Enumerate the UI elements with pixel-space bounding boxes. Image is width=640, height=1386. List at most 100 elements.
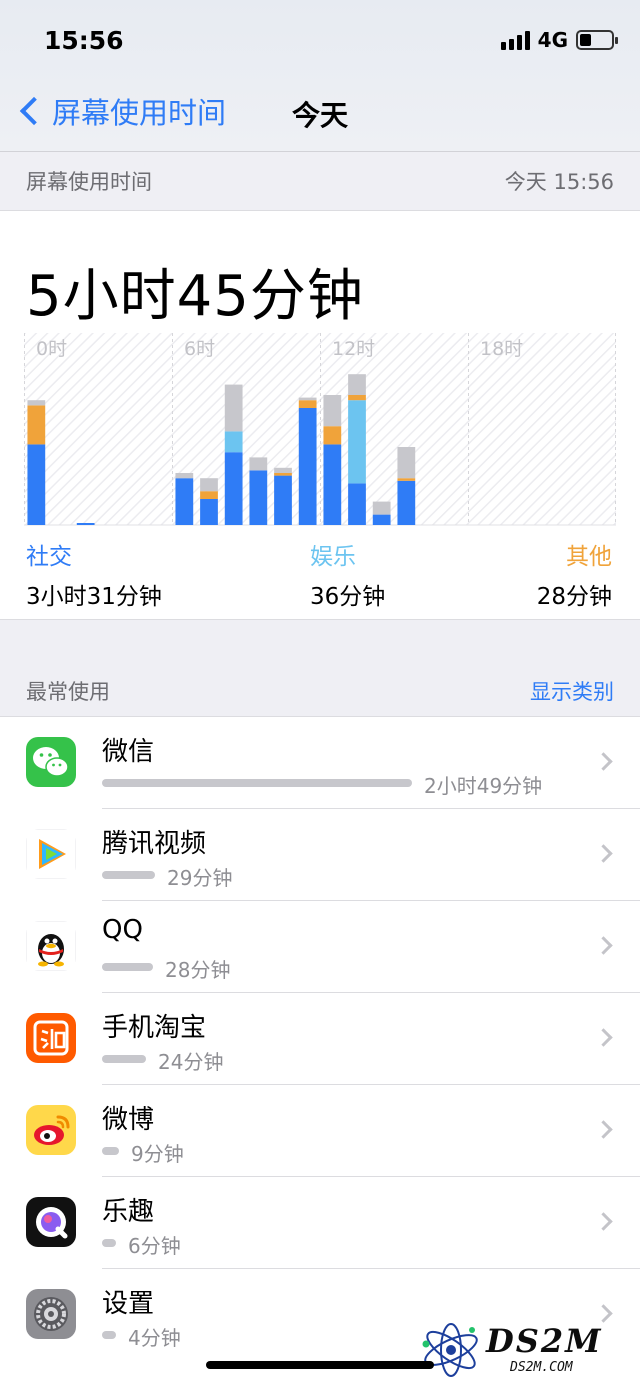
chart-bar-segment bbox=[274, 473, 292, 476]
chart-bar-segment bbox=[397, 480, 416, 525]
usage-bar bbox=[102, 963, 153, 971]
category-social-label: 社交 bbox=[26, 544, 72, 570]
category-entertainment-label: 娱乐 bbox=[310, 544, 356, 570]
category-entertainment-value: 36分钟 bbox=[310, 584, 386, 610]
chevron-right-icon bbox=[594, 752, 613, 771]
usage-bar bbox=[102, 871, 155, 879]
wechat-icon bbox=[26, 737, 76, 787]
chart-tick-label: 0时 bbox=[36, 338, 67, 360]
hourly-usage-chart: 0时 6时 12时 18时 bbox=[24, 333, 616, 529]
app-name: 手机淘宝 bbox=[102, 1013, 207, 1043]
chart-bar-segment bbox=[249, 457, 268, 471]
page-title: 今天 bbox=[291, 99, 348, 132]
usage-bar bbox=[102, 1055, 146, 1063]
battery-level bbox=[580, 34, 591, 46]
chart-bar-segment bbox=[372, 501, 391, 515]
back-button-label: 屏幕使用时间 bbox=[52, 96, 227, 130]
chart-bar-segment bbox=[224, 431, 243, 453]
chart-bar-segment bbox=[27, 444, 46, 525]
chart-bar-segment bbox=[348, 395, 366, 401]
chart-bar-segment bbox=[200, 499, 218, 525]
app-name: 腾讯视频 bbox=[102, 829, 207, 859]
chart-bar-segment bbox=[372, 514, 391, 525]
chevron-right-icon bbox=[594, 1120, 613, 1139]
navigation-header: 15:56 4G 屏幕使用时间 今天 bbox=[0, 0, 640, 152]
taobao-icon bbox=[26, 1013, 76, 1063]
home-indicator[interactable] bbox=[206, 1361, 434, 1369]
category-other-value: 28分钟 bbox=[536, 584, 612, 610]
chart-bar-segment bbox=[224, 452, 243, 525]
total-screen-time: 5小时45分钟 bbox=[26, 264, 364, 329]
chevron-right-icon bbox=[594, 1212, 613, 1231]
app-name: 设置 bbox=[102, 1289, 155, 1319]
most-used-header: 最常使用 显示类别 bbox=[0, 662, 640, 720]
summary-header-label: 屏幕使用时间 bbox=[26, 170, 152, 194]
chart-tick-label: 18时 bbox=[480, 338, 523, 360]
chart-bar-segment bbox=[27, 400, 46, 406]
chart-bar-segment bbox=[397, 478, 416, 481]
chevron-right-icon bbox=[594, 1028, 613, 1047]
tencent-video-icon bbox=[26, 829, 76, 879]
chevron-right-icon bbox=[594, 936, 613, 955]
usage-bar bbox=[102, 1239, 116, 1247]
category-social-value: 3小时31分钟 bbox=[26, 584, 162, 610]
qq-icon bbox=[26, 921, 76, 971]
usage-duration: 4分钟 bbox=[128, 1326, 181, 1350]
summary-updated-time: 今天 15:56 bbox=[504, 170, 614, 194]
app-row-lequ[interactable]: 乐趣 6分钟 bbox=[0, 1177, 640, 1269]
chart-bar-segment bbox=[397, 447, 416, 479]
chevron-left-icon bbox=[19, 96, 49, 126]
app-name: QQ bbox=[102, 915, 143, 945]
chart-bar-segment bbox=[348, 400, 366, 484]
app-row-qq[interactable]: QQ 28分钟 bbox=[0, 901, 640, 993]
chart-bar-segment bbox=[323, 444, 342, 525]
chart-bar-segment bbox=[298, 408, 317, 525]
lequ-icon bbox=[26, 1197, 76, 1247]
app-name: 乐趣 bbox=[102, 1197, 155, 1227]
most-used-label: 最常使用 bbox=[26, 680, 110, 704]
chart-bar-segment bbox=[348, 483, 366, 525]
chart-bar-segment bbox=[298, 397, 317, 401]
weibo-icon bbox=[26, 1105, 76, 1155]
usage-bar bbox=[102, 1147, 119, 1155]
category-other: 其他 28分钟 bbox=[537, 537, 612, 611]
app-row-tencent-video[interactable]: 腾讯视频 29分钟 bbox=[0, 809, 640, 901]
usage-duration: 9分钟 bbox=[131, 1142, 184, 1166]
app-row-wechat[interactable]: 微信 2小时49分钟 bbox=[0, 717, 640, 809]
chart-tick-label: 12时 bbox=[332, 338, 375, 360]
chart-bar-segment bbox=[323, 395, 342, 427]
back-button[interactable]: 屏幕使用时间 bbox=[14, 90, 226, 132]
summary-header: 屏幕使用时间 今天 15:56 bbox=[0, 152, 640, 210]
usage-duration: 2小时49分钟 bbox=[424, 774, 543, 798]
watermark-url: DS2M.COM bbox=[510, 1360, 573, 1375]
signal-icon bbox=[500, 30, 530, 50]
usage-duration: 24分钟 bbox=[158, 1050, 224, 1074]
watermark-logo-icon bbox=[422, 1323, 478, 1377]
settings-icon bbox=[26, 1289, 76, 1339]
chart-bar-segment bbox=[224, 384, 243, 432]
chart-tick-label: 6时 bbox=[184, 338, 215, 360]
app-row-weibo[interactable]: 微博 9分钟 bbox=[0, 1085, 640, 1177]
category-entertainment: 娱乐 36分钟 bbox=[310, 537, 385, 611]
app-row-taobao[interactable]: 手机淘宝 24分钟 bbox=[0, 993, 640, 1085]
show-categories-button[interactable]: 显示类别 bbox=[530, 676, 614, 706]
chevron-right-icon bbox=[594, 844, 613, 863]
category-other-label: 其他 bbox=[566, 544, 612, 570]
chart-bar-segment bbox=[76, 523, 95, 525]
battery-icon bbox=[576, 30, 618, 50]
chart-bar-segment bbox=[175, 478, 194, 525]
usage-duration: 29分钟 bbox=[167, 866, 233, 890]
usage-summary-card[interactable]: 5小时45分钟 0时 6时 12时 18时 社交 3小时31分钟 娱乐 36分钟 其他… bbox=[0, 210, 640, 620]
chart-bar-segment bbox=[249, 470, 268, 525]
watermark-text: DS2M bbox=[486, 1322, 603, 1360]
app-name: 微博 bbox=[102, 1105, 155, 1135]
chart-bar-segment bbox=[348, 374, 366, 395]
chart-bar-segment bbox=[274, 467, 292, 473]
chart-bar-segment bbox=[200, 478, 218, 492]
network-type: 4G bbox=[537, 28, 568, 52]
chart-bar-segment bbox=[298, 400, 317, 408]
watermark: DS2M DS2M.COM bbox=[418, 1318, 628, 1382]
status-time: 15:56 bbox=[44, 26, 124, 55]
chart-bar-segment bbox=[200, 491, 218, 499]
usage-duration: 28分钟 bbox=[165, 958, 231, 982]
